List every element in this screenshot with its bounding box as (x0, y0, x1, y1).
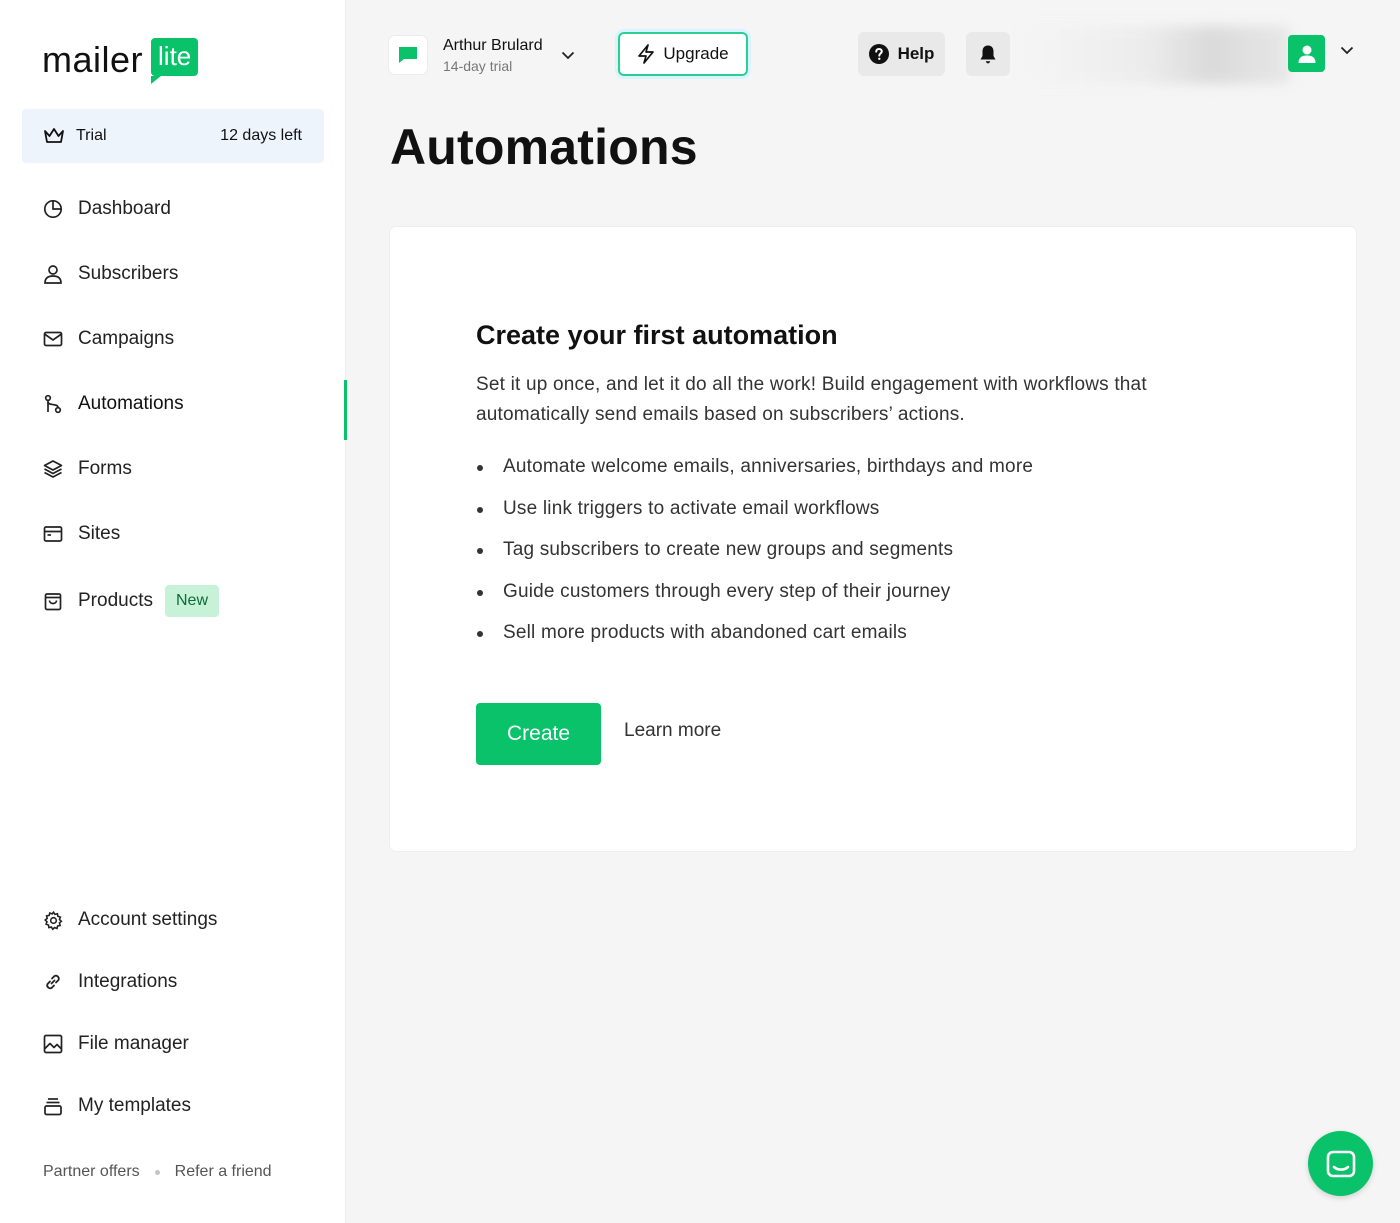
sidebar-item-label: Account settings (78, 909, 218, 930)
help-button[interactable]: Help (858, 32, 945, 76)
link-icon (42, 971, 64, 993)
logo-badge: lite (151, 38, 199, 84)
refer-friend-link[interactable]: Refer a friend (175, 1163, 272, 1181)
account-chat-icon (389, 36, 427, 74)
sidebar-item-label: Forms (78, 457, 132, 479)
trial-label: Trial (76, 127, 107, 144)
account-info: Arthur Brulard 14-day trial (443, 36, 543, 75)
question-icon (868, 44, 889, 64)
logo-word: mailer (42, 39, 144, 80)
sidebar-item-label: Automations (78, 392, 184, 414)
page-title: Automations (390, 119, 698, 175)
sidebar-item-products[interactable]: Products New (0, 566, 346, 636)
list-item: Guide customers through every step of th… (476, 577, 1033, 619)
templates-icon (42, 1095, 64, 1117)
notifications-button[interactable] (966, 32, 1010, 76)
chat-icon (1326, 1149, 1356, 1179)
sidebar-item-integrations[interactable]: Integrations (0, 951, 346, 1013)
sidebar-item-subscribers[interactable]: Subscribers (0, 241, 346, 306)
card-description: Set it up once, and let it do all the wo… (476, 374, 1147, 425)
sidebar-item-file-manager[interactable]: File manager (0, 1013, 346, 1075)
sidebar-item-dashboard[interactable]: Dashboard (0, 176, 346, 241)
upgrade-label: Upgrade (663, 44, 729, 63)
sidebar-item-label: Subscribers (78, 262, 179, 284)
partner-offers-link[interactable]: Partner offers (43, 1163, 140, 1181)
user-icon (42, 263, 64, 285)
sidebar-item-my-templates[interactable]: My templates (0, 1075, 346, 1137)
crown-icon (42, 124, 66, 148)
sidebar-bottom-nav: Account settings Integrations File manag… (0, 889, 346, 1137)
mail-icon (42, 328, 64, 350)
user-icon (1297, 44, 1317, 64)
sidebar: mailer lite Trial 12 days left Dashboard… (0, 0, 347, 1223)
list-item: Sell more products with abandoned cart e… (476, 618, 1033, 660)
empty-state-card: Create your first automation Set it up o… (390, 227, 1356, 851)
new-badge: New (164, 585, 219, 617)
blurred-region (1026, 26, 1290, 84)
sidebar-item-label: Products (78, 590, 153, 611)
dashboard-icon (42, 198, 64, 220)
sidebar-item-label: File manager (78, 1033, 189, 1054)
bell-icon (979, 44, 997, 65)
create-button[interactable]: Create (476, 703, 601, 765)
chat-launcher-button[interactable] (1308, 1131, 1373, 1196)
card-heading: Create your first automation (476, 320, 838, 350)
sidebar-item-label: My templates (78, 1095, 191, 1116)
automation-icon (42, 393, 64, 415)
sidebar-item-campaigns[interactable]: Campaigns (0, 306, 346, 371)
layers-icon (42, 458, 64, 480)
trial-banner[interactable]: Trial 12 days left (22, 109, 324, 163)
image-icon (42, 1033, 64, 1055)
sidebar-footer: Partner offers Refer a friend (43, 1163, 272, 1181)
mailerlite-logo[interactable]: mailer lite (42, 30, 199, 84)
account-plan: 14-day trial (443, 57, 513, 74)
account-name: Arthur Brulard (443, 36, 543, 54)
sidebar-nav: Dashboard Subscribers Campaigns Automati… (0, 176, 347, 636)
sidebar-item-sites[interactable]: Sites (0, 501, 346, 566)
sidebar-item-label: Integrations (78, 971, 178, 992)
sidebar-item-label: Sites (78, 522, 121, 544)
lightning-icon (637, 44, 655, 64)
list-item: Tag subscribers to create new groups and… (476, 535, 1033, 577)
learn-more-link[interactable]: Learn more (624, 720, 721, 742)
separator-dot (154, 1169, 160, 1175)
chevron-down-icon[interactable] (1340, 46, 1354, 55)
sidebar-item-account-settings[interactable]: Account settings (0, 889, 346, 951)
sidebar-item-label: Dashboard (78, 197, 171, 219)
shopping-bag-icon (42, 590, 64, 612)
help-label: Help (897, 44, 935, 63)
user-avatar[interactable] (1288, 35, 1325, 72)
sidebar-item-forms[interactable]: Forms (0, 436, 346, 501)
sidebar-item-automations[interactable]: Automations (0, 371, 347, 440)
feature-list: Automate welcome emails, anniversaries, … (476, 452, 1033, 660)
list-item: Automate welcome emails, anniversaries, … (476, 452, 1033, 494)
chevron-down-icon (561, 51, 575, 60)
list-item: Use link triggers to activate email work… (476, 494, 1033, 536)
trial-days-left: 12 days left (220, 127, 302, 144)
browser-icon (42, 523, 64, 545)
gear-icon (42, 909, 64, 931)
account-switcher[interactable]: Arthur Brulard 14-day trial (389, 34, 575, 76)
upgrade-button[interactable]: Upgrade (618, 32, 748, 76)
sidebar-item-label: Campaigns (78, 327, 175, 349)
